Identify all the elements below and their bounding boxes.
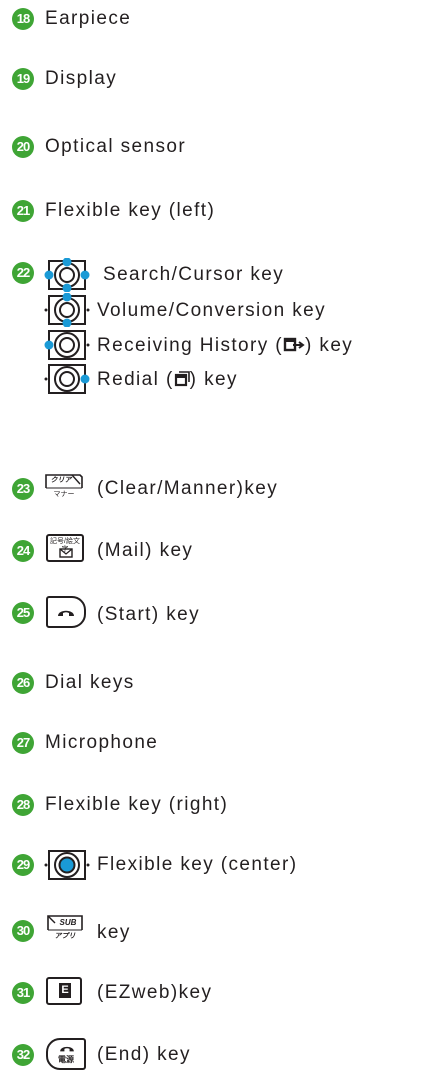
center-key-icon: [44, 850, 90, 880]
item-label: Flexible key (center): [97, 854, 298, 875]
number-badge: 25: [12, 602, 34, 624]
clear-manner-key-icon: クリア マナー: [44, 472, 84, 502]
ezweb-letter: E: [59, 983, 71, 998]
receiving-history-key-label: Receiving History ( ) key: [97, 335, 353, 357]
receiving-history-label-end: ) key: [305, 335, 354, 356]
item-label: (End) key: [97, 1044, 191, 1065]
item-label: Dial keys: [45, 672, 135, 693]
key-bottom-text: アプリ: [54, 933, 76, 940]
number-badge: 23: [12, 478, 34, 500]
handset-icon: [58, 610, 74, 616]
item-label: (Start) key: [97, 604, 201, 625]
item-label: Display: [45, 68, 118, 89]
end-key-icon: 電源: [46, 1038, 86, 1070]
item-label: (Mail) key: [97, 540, 194, 561]
redial-label-start: Redial (: [97, 369, 174, 390]
mail-key-icon: 記号/絵文字: [46, 534, 84, 562]
item-22: 22 Search/Cursor key Volume/Conversion k…: [0, 258, 444, 398]
number-badge: 22: [12, 262, 34, 284]
volume-conversion-key-label: Volume/Conversion key: [97, 300, 327, 321]
sub-key-icon: SUB アプリ: [46, 912, 84, 944]
receiving-history-icon: [283, 337, 305, 352]
number-badge: 28: [12, 794, 34, 816]
cursor-key-left-icon: [44, 330, 90, 360]
key-top-text: クリア: [50, 477, 72, 484]
number-badge: 26: [12, 672, 34, 694]
number-badge: 31: [12, 982, 34, 1004]
key-bottom-text: マナー: [53, 491, 75, 498]
ezweb-key-icon: E: [46, 977, 82, 1005]
start-key-icon: [46, 596, 86, 628]
key-top-text: SUB: [59, 918, 77, 927]
item-label: Flexible key (right): [45, 794, 229, 815]
number-badge: 32: [12, 1044, 34, 1066]
receiving-history-label-start: Receiving History (: [97, 335, 284, 356]
search-cursor-key-label: Search/Cursor key: [103, 264, 285, 285]
number-badge: 30: [12, 920, 34, 942]
number-badge: 21: [12, 200, 34, 222]
number-badge: 27: [12, 732, 34, 754]
number-badge: 29: [12, 854, 34, 876]
key-bottom-text: 電源: [58, 1055, 74, 1064]
item-label: (Clear/Manner)key: [97, 478, 279, 499]
item-label: Earpiece: [45, 8, 132, 29]
redial-icon: [174, 371, 190, 387]
number-badge: 20: [12, 136, 34, 158]
cursor-key-up-down-left-right-icon: [44, 258, 90, 292]
cursor-key-up-down-icon: [44, 293, 90, 327]
item-label: Microphone: [45, 732, 159, 753]
number-badge: 24: [12, 540, 34, 562]
handset-icon: [60, 1046, 74, 1052]
cursor-key-right-icon: [44, 364, 90, 394]
item-label: Flexible key (left): [45, 200, 216, 221]
number-badge: 19: [12, 68, 34, 90]
envelope-icon: [59, 548, 73, 558]
redial-key-label: Redial ( ) key: [97, 369, 238, 391]
number-badge: 18: [12, 8, 34, 30]
item-label: key: [97, 922, 131, 943]
redial-label-end: ) key: [189, 369, 238, 390]
item-label: Optical sensor: [45, 136, 187, 157]
item-label: (EZweb)key: [97, 982, 213, 1003]
